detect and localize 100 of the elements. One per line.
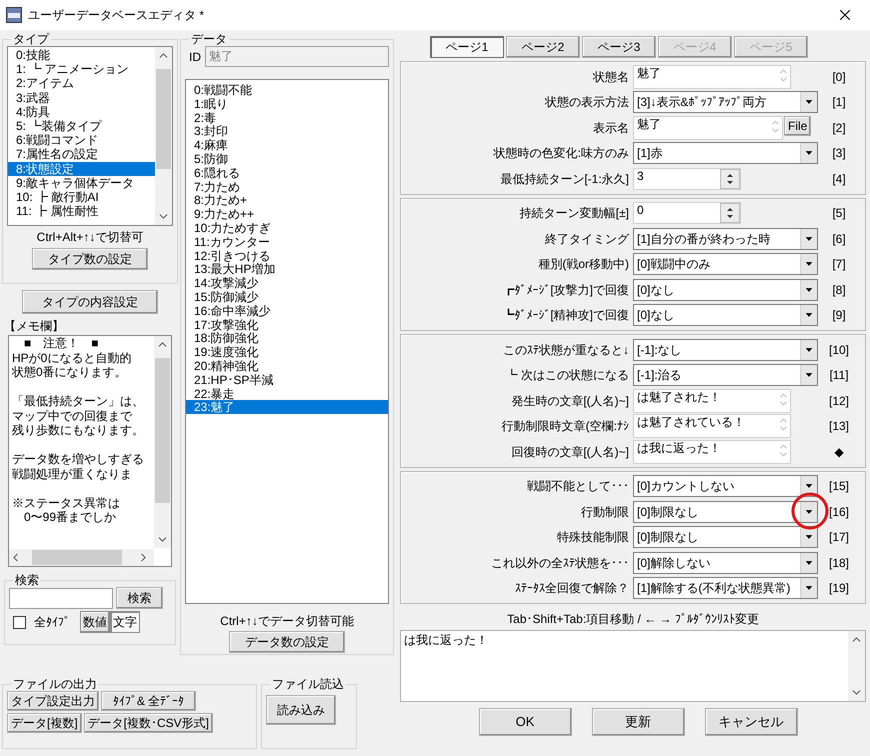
dropdown[interactable]: [0]なし <box>633 304 818 326</box>
dropdown[interactable]: [1]解除する(不利な状態異常) <box>633 577 818 600</box>
dropdown[interactable]: [1]自分の番が終わった時 <box>633 228 818 250</box>
data-list-item[interactable]: 0:戦闘不能 <box>186 83 388 97</box>
dropdown[interactable]: [0]戦闘中のみ <box>633 253 818 276</box>
scrollbar[interactable] <box>848 631 865 701</box>
field-label: これ以外の全ｽﾃ状態を･･･ <box>490 554 630 572</box>
data-list-item[interactable]: 6:隠れる <box>186 166 388 180</box>
data-list-item[interactable]: 8:力ため+ <box>186 193 388 208</box>
type-list-item[interactable]: 10: ┣ 敵行動AI <box>8 190 155 204</box>
page-tab[interactable]: ページ3 <box>582 36 656 58</box>
type-count-button[interactable]: タイプ数の設定 <box>32 248 148 270</box>
field-index: [7] <box>831 256 847 274</box>
data-list-item[interactable]: 13:最大HP増加 <box>186 262 388 276</box>
dropdown[interactable]: [0]なし <box>633 278 818 301</box>
data-list-item[interactable]: 11:カウンター <box>186 234 388 249</box>
id-label: ID <box>189 48 201 66</box>
data-list-item[interactable]: 18:防御強化 <box>186 331 388 346</box>
scrollbar-thumb[interactable] <box>156 69 171 169</box>
scrollbar[interactable] <box>155 47 172 225</box>
type-list-item[interactable]: 2:アイテム <box>8 76 155 91</box>
number-field[interactable]: 3 <box>633 168 741 190</box>
dialog-button[interactable]: キャンセル <box>704 708 798 736</box>
file-output-button[interactable]: ﾀｲﾌﾟ& 全ﾃﾞｰﾀ <box>101 691 196 711</box>
file-output-button[interactable]: タイプ設定出力 <box>7 691 99 711</box>
text-field[interactable]: 魅了 <box>633 64 791 89</box>
field-index: [0] <box>831 68 847 86</box>
field-index: [2] <box>831 120 847 137</box>
type-hint: Ctrl+Alt+↑↓で切替可 <box>36 229 144 246</box>
spin-buttons[interactable] <box>720 203 740 224</box>
page-tab[interactable]: ページ1 <box>430 36 504 58</box>
type-list-item[interactable]: 5: ┗装備タイプ <box>8 118 155 134</box>
data-count-button[interactable]: データ数の設定 <box>229 631 345 653</box>
search-mode-toggle[interactable]: 文字 <box>110 611 140 633</box>
field-index: [4] <box>831 170 847 188</box>
spin-buttons[interactable] <box>720 168 740 189</box>
type-list-item[interactable]: 0:技能 <box>8 48 155 62</box>
text-field[interactable]: は魅了されている！ <box>633 414 791 438</box>
dialog-button[interactable]: OK <box>478 708 572 736</box>
field-index: [10] <box>828 342 850 359</box>
dropdown[interactable]: [0]制限なし <box>633 526 818 548</box>
data-list-item[interactable]: 5:防御 <box>186 152 388 166</box>
page-tab[interactable]: ページ2 <box>506 36 580 58</box>
type-list-item[interactable]: 6:戦闘コマンド <box>8 133 155 148</box>
data-list-item[interactable]: 10:力ためすぎ <box>186 220 388 235</box>
file-output-button[interactable]: データ[複数･CSV形式] <box>84 713 214 733</box>
type-content-button[interactable]: タイプの内容設定 <box>22 290 158 314</box>
group-title: データ <box>190 32 228 46</box>
type-list-item[interactable]: 3:武器 <box>8 90 155 105</box>
app-icon <box>6 7 22 23</box>
data-list-item[interactable]: 12:引きつける <box>186 248 388 262</box>
scrollbar[interactable] <box>154 336 171 548</box>
data-list-item[interactable]: 15:防御減少 <box>186 290 388 304</box>
data-list-item[interactable]: 21:HP･SP半減 <box>186 372 388 387</box>
type-list-item[interactable]: 11: ┣ 属性耐性 <box>8 204 155 218</box>
dropdown[interactable]: [0]解除しない <box>633 552 818 574</box>
search-button[interactable]: 検索 <box>116 587 163 609</box>
dropdown[interactable]: [1]赤 <box>633 142 818 164</box>
type-list-item[interactable]: 1: ┗ アニメーション <box>8 62 155 76</box>
search-field[interactable] <box>9 588 113 608</box>
file-output-button[interactable]: データ[複数] <box>7 713 82 733</box>
data-list-item[interactable]: 7:力ため <box>186 180 388 194</box>
data-list-item[interactable]: 19:速度強化 <box>186 345 388 359</box>
data-list-item[interactable]: 22:暴走 <box>186 386 388 400</box>
scrollbar-thumb[interactable] <box>32 550 122 565</box>
number-field[interactable]: 0 <box>633 202 741 224</box>
dropdown[interactable]: [0]カウントしない <box>633 475 818 498</box>
text-field[interactable]: は魅了された！ <box>633 388 791 413</box>
search-mode-toggle[interactable]: 数値 <box>80 611 110 633</box>
file-button[interactable]: File <box>784 116 812 136</box>
checkbox[interactable] <box>13 616 26 628</box>
type-list-item[interactable]: 9:敵キャラ個体データ <box>8 176 155 190</box>
type-list-item[interactable]: 8:状態設定 <box>8 162 155 176</box>
group-title: ファイル読込 <box>271 677 345 691</box>
data-list-item[interactable]: 1:眠り <box>186 96 388 111</box>
field-label: ┗ 次はこの状態になる <box>504 367 630 384</box>
data-list-item[interactable]: 20:精神強化 <box>186 358 388 373</box>
data-list-item[interactable]: 17:攻撃強化 <box>186 318 388 332</box>
dropdown[interactable]: [3]↓表示&ﾎﾟｯﾌﾟｱｯﾌﾟ両方 <box>633 91 818 114</box>
dropdown[interactable]: [-1]:治る <box>633 364 818 386</box>
group-title: タイプ <box>12 32 50 46</box>
text-field[interactable]: は我に返った！ <box>633 440 791 464</box>
horizontal-scrollbar[interactable] <box>9 549 154 566</box>
data-list-item[interactable]: 4:麻痺 <box>186 138 388 152</box>
load-button[interactable]: 読み込み <box>266 695 336 725</box>
data-list-item[interactable]: 23:魅了 <box>186 400 388 414</box>
dropdown[interactable]: [-1]:なし <box>633 338 818 361</box>
data-list-item[interactable]: 16:命中率減少 <box>186 304 388 318</box>
data-list-item[interactable]: 2:毒 <box>186 110 388 124</box>
type-list-item[interactable]: 7:属性名の設定 <box>8 147 155 162</box>
field-label: 持続ターン変動幅[±] <box>518 205 630 222</box>
group-title: 検索 <box>14 573 40 587</box>
scrollbar-thumb[interactable] <box>155 358 170 503</box>
data-list-item[interactable]: 3:封印 <box>186 124 388 138</box>
dropdown[interactable]: [0]制限なし <box>633 500 818 523</box>
dialog-button[interactable]: 更新 <box>592 708 684 736</box>
text-field[interactable]: 魅了 <box>633 116 783 140</box>
data-list-item[interactable]: 14:攻撃減少 <box>186 276 388 290</box>
data-list-item[interactable]: 9:力ため++ <box>186 207 388 221</box>
type-list-item[interactable]: 4:防具 <box>8 104 155 119</box>
